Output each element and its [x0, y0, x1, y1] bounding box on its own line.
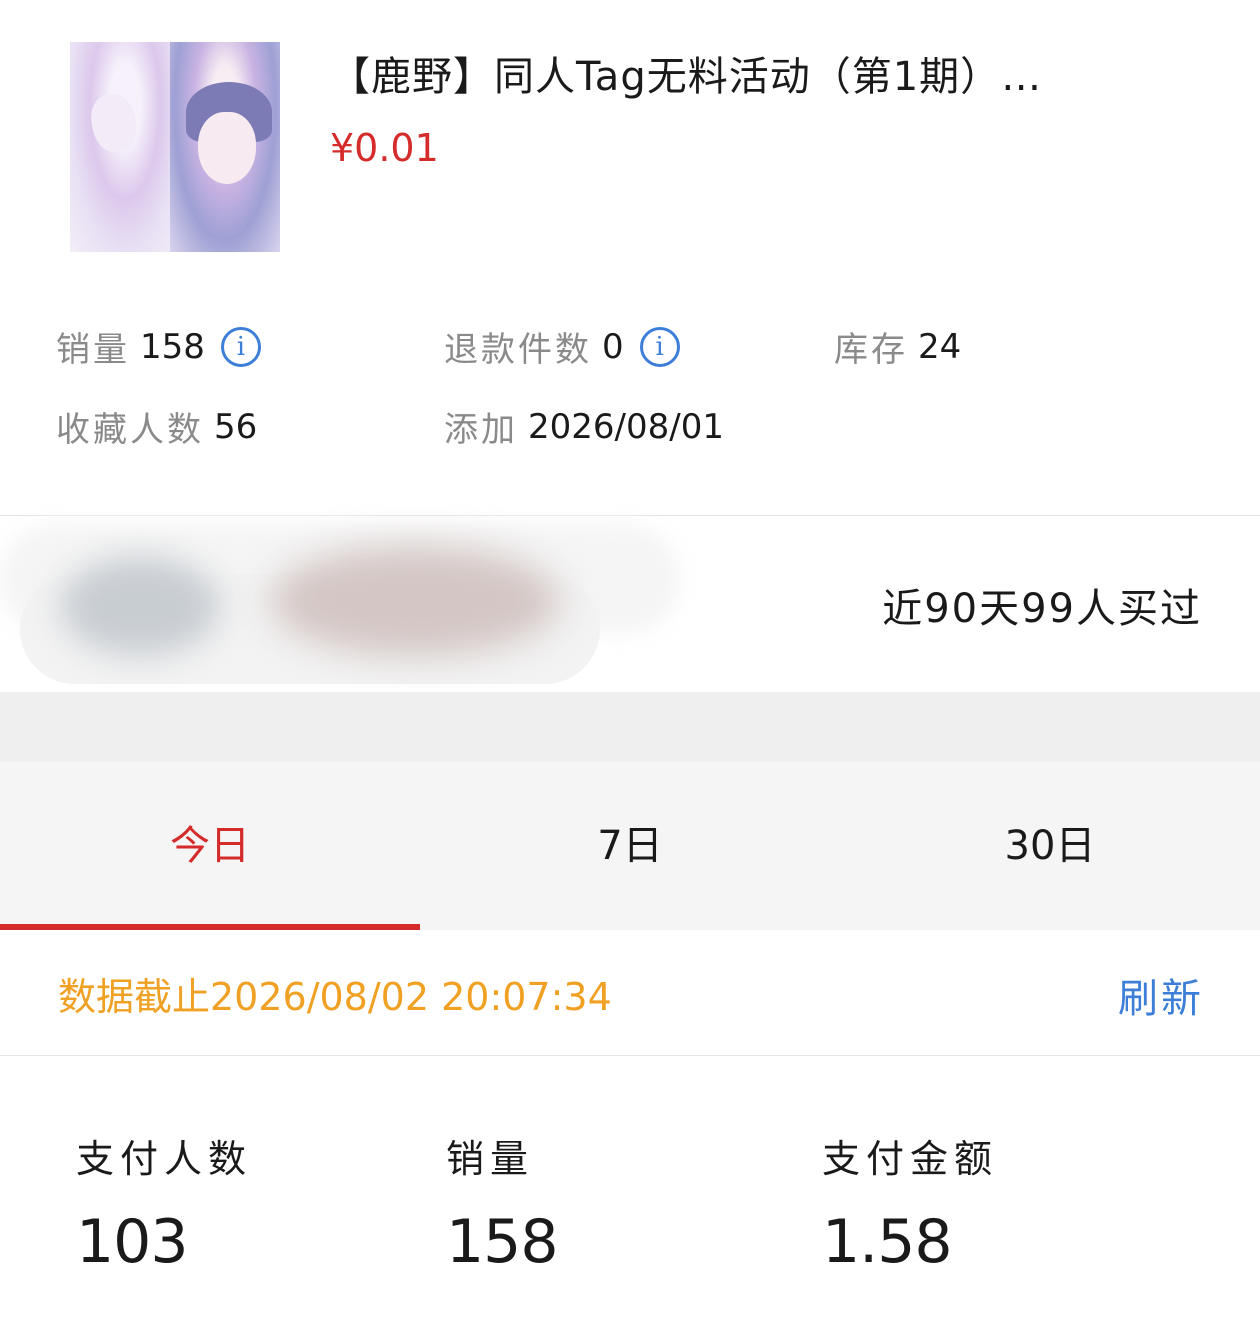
metric-paying-users: 支付人数 103 [76, 1128, 252, 1277]
metric-payment-amount: 支付金额 1.58 [822, 1128, 998, 1277]
stat-stock-value: 24 [918, 326, 962, 367]
metric-label: 支付金额 [822, 1137, 999, 1181]
refresh-button[interactable]: 刷新 [1118, 966, 1204, 1024]
stat-stock: 库存 24 [834, 322, 961, 371]
metric-value: 103 [76, 1207, 189, 1277]
stat-favorites: 收藏人数 56 [56, 402, 257, 451]
metric-label: 销量 [446, 1137, 535, 1181]
recent-buyers-summary: 近90天99人买过 [882, 586, 1202, 632]
stat-added-value: 2026/08/01 [528, 406, 724, 447]
tab-30-days[interactable]: 30日 [840, 762, 1260, 930]
stat-favorites-value: 56 [214, 406, 258, 447]
stat-sales-value: 158 [140, 326, 205, 367]
illustration-face-right [198, 112, 256, 184]
stat-stock-label: 库存 [834, 330, 908, 370]
section-gap [0, 692, 1260, 762]
stat-refunds-label: 退款件数 [444, 330, 592, 370]
product-stats: 销量 158 i 退款件数 0 i 库存 24 收藏人数 56 添加 2026/… [0, 300, 1260, 500]
blurred-avatar [60, 556, 220, 656]
period-tabs: 今日 7日 30日 [0, 762, 1260, 930]
metric-sales: 销量 158 [446, 1128, 559, 1277]
stat-added-date: 添加 2026/08/01 [444, 402, 724, 451]
blurred-avatar [270, 546, 560, 656]
product-header[interactable]: 【鹿野】同人Tag无料活动（第1期）… ¥0.01 [0, 0, 1260, 290]
metric-value: 1.58 [822, 1207, 953, 1277]
stat-refunds: 退款件数 0 i [444, 322, 680, 371]
divider [0, 1055, 1260, 1056]
tab-7-days[interactable]: 7日 [420, 762, 840, 930]
active-tab-indicator [0, 924, 420, 930]
stat-refunds-value: 0 [602, 326, 624, 367]
product-thumbnail[interactable] [70, 42, 280, 252]
metric-value: 158 [446, 1207, 559, 1277]
data-cutoff-time: 数据截止2026/08/02 20:07:34 [58, 975, 612, 1019]
stat-favorites-label: 收藏人数 [56, 410, 204, 450]
product-price: ¥0.01 [330, 126, 439, 170]
stat-added-label: 添加 [444, 410, 518, 450]
tab-today[interactable]: 今日 [0, 762, 420, 930]
info-icon[interactable]: i [220, 326, 261, 367]
stat-sales-label: 销量 [56, 330, 130, 370]
stat-sales: 销量 158 i [56, 322, 261, 371]
product-title[interactable]: 【鹿野】同人Tag无料活动（第1期）… [330, 44, 1042, 102]
info-icon[interactable]: i [639, 326, 680, 367]
metric-label: 支付人数 [76, 1137, 253, 1181]
recent-buyers-row[interactable]: 近90天99人买过 [0, 516, 1260, 692]
